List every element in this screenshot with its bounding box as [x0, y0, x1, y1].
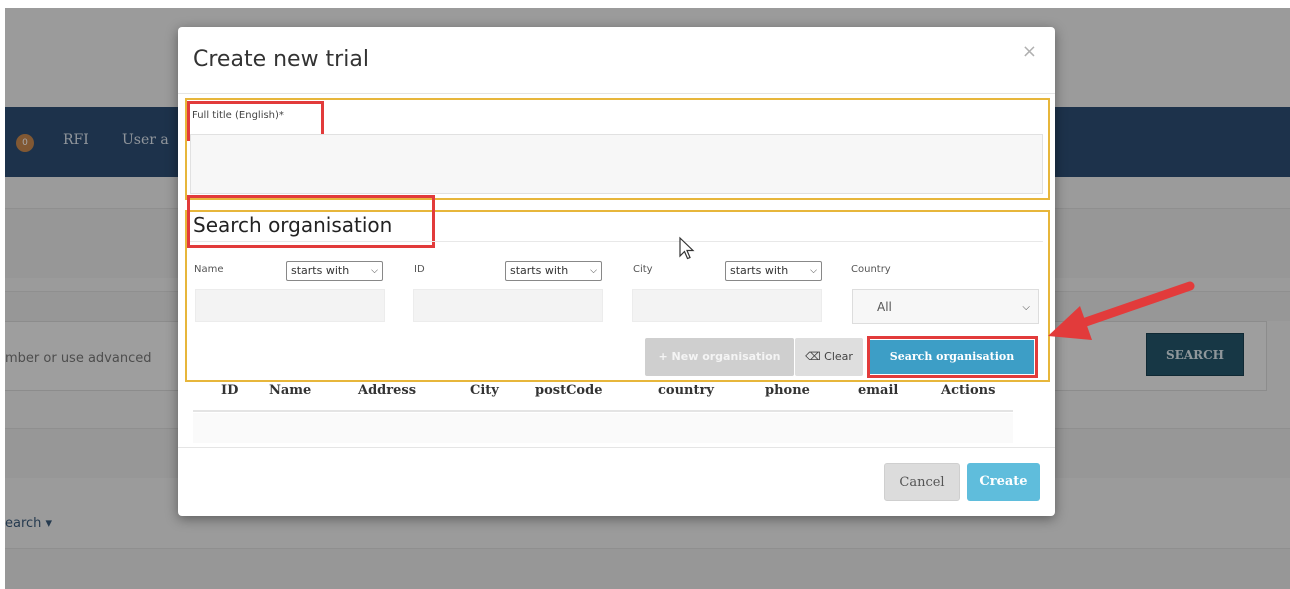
- divider: [178, 93, 1055, 94]
- id-operator-value: starts with: [510, 264, 569, 277]
- name-operator-select[interactable]: starts with ⌵: [286, 261, 383, 281]
- country-value: All: [877, 300, 892, 314]
- col-header-address: Address: [358, 383, 417, 398]
- clear-label: Clear: [824, 350, 853, 363]
- col-header-id: ID: [221, 383, 239, 398]
- divider: [190, 241, 1043, 242]
- filter-label-city: City: [633, 264, 653, 275]
- chevron-down-icon: ⌵: [1022, 302, 1030, 313]
- cancel-button[interactable]: Cancel: [884, 463, 960, 501]
- create-button[interactable]: Create: [967, 463, 1040, 501]
- mouse-cursor-icon: [679, 236, 695, 260]
- full-title-textarea[interactable]: [190, 134, 1043, 194]
- city-operator-value: starts with: [730, 264, 789, 277]
- filter-label-id: ID: [414, 264, 425, 275]
- arrow-annotation-icon: [1048, 281, 1195, 340]
- eraser-icon: ⌫: [805, 350, 825, 363]
- col-header-country: country: [658, 383, 714, 398]
- id-filter-input[interactable]: [413, 289, 603, 322]
- filter-label-name: Name: [194, 264, 224, 275]
- clear-button[interactable]: ⌫ Clear: [795, 338, 863, 376]
- col-header-city: City: [470, 383, 499, 398]
- chevron-down-icon: ⌵: [371, 266, 378, 276]
- col-header-phone: phone: [765, 383, 810, 398]
- city-operator-select[interactable]: starts with ⌵: [725, 261, 822, 281]
- close-icon[interactable]: ×: [1022, 41, 1037, 62]
- id-operator-select[interactable]: starts with ⌵: [505, 261, 602, 281]
- modal-title: Create new trial: [193, 47, 369, 72]
- filter-label-country: Country: [851, 264, 891, 275]
- search-button-highlight: [867, 336, 1038, 378]
- col-header-name: Name: [269, 383, 312, 398]
- divider: [178, 447, 1055, 448]
- chevron-down-icon: ⌵: [810, 266, 817, 276]
- col-header-actions: Actions: [941, 383, 996, 398]
- create-trial-modal: Create new trial × Full title (English)*…: [178, 27, 1055, 516]
- table-body: [193, 413, 1013, 443]
- col-header-email: email: [858, 383, 899, 398]
- city-filter-input[interactable]: [632, 289, 822, 322]
- table-header-border: [193, 410, 1013, 412]
- new-organisation-button[interactable]: + New organisation: [645, 338, 794, 376]
- country-select[interactable]: All ⌵: [852, 289, 1039, 324]
- chevron-down-icon: ⌵: [590, 266, 597, 276]
- col-header-postcode: postCode: [535, 383, 603, 398]
- name-operator-value: starts with: [291, 264, 350, 277]
- name-filter-input[interactable]: [195, 289, 385, 322]
